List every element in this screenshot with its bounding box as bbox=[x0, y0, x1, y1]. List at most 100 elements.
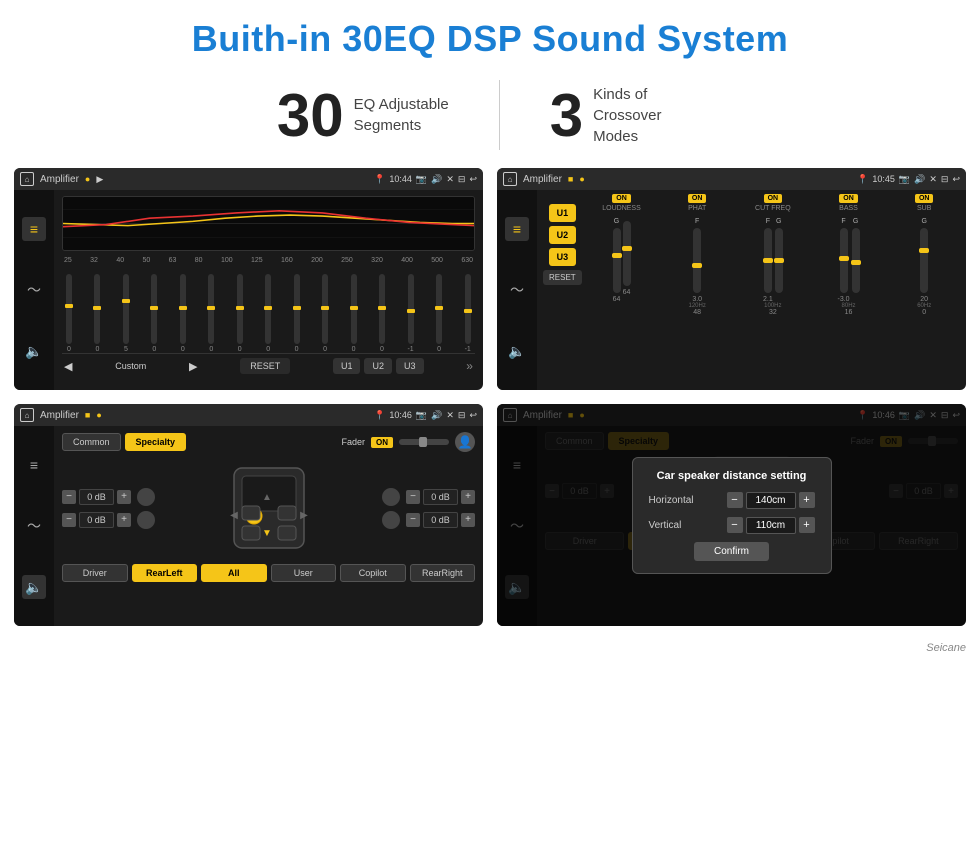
speaker-top-row: Common Specialty Fader ON 👤 bbox=[62, 432, 475, 452]
volume-icon-3: 🔊 bbox=[431, 410, 442, 421]
rearright-btn-3[interactable]: RearRight bbox=[410, 564, 476, 582]
eq-u2-btn[interactable]: U2 bbox=[364, 358, 392, 374]
back-icon-2: ↩ bbox=[952, 174, 960, 185]
cutfreq-on[interactable]: ON bbox=[764, 194, 783, 203]
home-icon-1[interactable]: ⌂ bbox=[20, 172, 34, 186]
rec-dot-1: ● bbox=[85, 174, 90, 184]
svg-text:▲: ▲ bbox=[262, 492, 272, 503]
all-btn-3[interactable]: All bbox=[201, 564, 267, 582]
rearleft-btn-3[interactable]: RearLeft bbox=[132, 564, 198, 582]
close-icon-1: ✕ bbox=[446, 174, 454, 185]
specialty-tab-3[interactable]: Specialty bbox=[125, 433, 187, 451]
minimize-icon-1: ⊟ bbox=[458, 174, 466, 185]
watermark: Seicane bbox=[0, 640, 980, 658]
sidebar-wave-icon[interactable]: 〜 bbox=[22, 278, 46, 302]
vertical-controls: − 110cm + bbox=[727, 517, 815, 534]
home-icon-2[interactable]: ⌂ bbox=[503, 172, 517, 186]
db-plus-fr[interactable]: + bbox=[461, 490, 475, 504]
screen-body-2: ≡ 〜 🔈 U1 U2 U3 RESET bbox=[497, 190, 966, 390]
left-sidebar-2: ≡ 〜 🔈 bbox=[497, 190, 537, 390]
app-title-2: Amplifier bbox=[523, 174, 562, 185]
eq-main-content: 25 32 40 50 63 80 100 125 160 200 250 32… bbox=[54, 190, 483, 390]
back-icon-1: ↩ bbox=[469, 174, 477, 185]
eq-slider-14: 0 bbox=[436, 274, 442, 353]
sidebar-speaker-icon[interactable]: 🔈 bbox=[22, 339, 46, 363]
speaker-main: Common Specialty Fader ON 👤 bbox=[54, 426, 483, 626]
screen-speaker: ⌂ Amplifier ■ ● 📍 10:46 📷 🔊 ✕ ⊟ ↩ ≡ 〜 🔈 bbox=[14, 404, 483, 626]
app-title-3: Amplifier bbox=[40, 410, 79, 421]
home-icon-3[interactable]: ⌂ bbox=[20, 408, 34, 422]
eq-slider-3: 5 bbox=[123, 274, 129, 353]
sidebar-speaker-icon-3[interactable]: 🔈 bbox=[22, 575, 46, 599]
copilot-btn-3[interactable]: Copilot bbox=[340, 564, 406, 582]
eq-label: EQ Adjustable Segments bbox=[354, 94, 449, 136]
loudness-on[interactable]: ON bbox=[612, 194, 631, 203]
db-plus-rr[interactable]: + bbox=[461, 513, 475, 527]
db-plus-fl[interactable]: + bbox=[117, 490, 131, 504]
eq-slider-12: 0 bbox=[379, 274, 385, 353]
fader-on-badge[interactable]: ON bbox=[371, 437, 393, 448]
db-plus-rl[interactable]: + bbox=[117, 513, 131, 527]
db-control-rr: − 0 dB + bbox=[382, 511, 475, 529]
crossover-number: 3 bbox=[550, 81, 583, 150]
u3-preset-btn[interactable]: U3 bbox=[549, 248, 577, 266]
eq-next-btn[interactable]: ▶ bbox=[189, 360, 197, 373]
camera-icon-1: 📷 bbox=[416, 174, 427, 185]
db-minus-fr[interactable]: − bbox=[406, 490, 420, 504]
horizontal-plus-btn[interactable]: + bbox=[799, 492, 815, 508]
sidebar-eq-icon[interactable]: ≡ bbox=[22, 217, 46, 241]
loudness-label: LOUDNESS bbox=[602, 205, 641, 212]
crossover-reset-btn[interactable]: RESET bbox=[543, 270, 582, 285]
sidebar-eq-icon-3[interactable]: ≡ bbox=[22, 453, 46, 477]
status-bar-2: ⌂ Amplifier ■ ● 📍 10:45 📷 🔊 ✕ ⊟ ↩ bbox=[497, 168, 966, 190]
sidebar-wave-icon-2[interactable]: 〜 bbox=[505, 278, 529, 302]
fader-row: Fader ON 👤 bbox=[341, 432, 475, 452]
left-sidebar-3: ≡ 〜 🔈 bbox=[14, 426, 54, 626]
db-value-rl: 0 dB bbox=[79, 512, 114, 528]
volume-icon-2: 🔊 bbox=[914, 174, 925, 185]
db-value-rr: 0 dB bbox=[423, 512, 458, 528]
speaker-layout: − 0 dB + − 0 dB + bbox=[62, 458, 475, 558]
sub-on[interactable]: ON bbox=[915, 194, 934, 203]
vertical-minus-btn[interactable]: − bbox=[727, 517, 743, 533]
eq-reset-btn[interactable]: RESET bbox=[240, 358, 290, 374]
vertical-row: Vertical − 110cm + bbox=[649, 517, 815, 534]
db-minus-fl[interactable]: − bbox=[62, 490, 76, 504]
ch-cutfreq: ON CUT FREQ F 2.1 G bbox=[737, 194, 809, 316]
db-minus-rl[interactable]: − bbox=[62, 513, 76, 527]
screen-body-4: ≡ 〜 🔈 Common Specialty Fader ON bbox=[497, 426, 966, 626]
horizontal-minus-btn[interactable]: − bbox=[727, 492, 743, 508]
crossover-stat: 3 Kinds of Crossover Modes bbox=[500, 81, 753, 150]
rec-dot-2: ■ bbox=[568, 174, 573, 184]
sidebar-eq-icon-2[interactable]: ≡ bbox=[505, 217, 529, 241]
screen-crossover: ⌂ Amplifier ■ ● 📍 10:45 📷 🔊 ✕ ⊟ ↩ ≡ 〜 🔈 bbox=[497, 168, 966, 390]
page-title: Buith-in 30EQ DSP Sound System bbox=[0, 0, 980, 70]
horizontal-row: Horizontal − 140cm + bbox=[649, 492, 815, 509]
eq-prev-btn[interactable]: ◀ bbox=[64, 360, 72, 373]
common-tab-3[interactable]: Common bbox=[62, 433, 121, 451]
eq-u1-btn[interactable]: U1 bbox=[333, 358, 361, 374]
minimize-icon-3: ⊟ bbox=[458, 410, 466, 421]
left-sidebar-1: ≡ 〜 🔈 bbox=[14, 190, 54, 390]
eq-number: 30 bbox=[277, 81, 344, 150]
sidebar-wave-icon-3[interactable]: 〜 bbox=[22, 514, 46, 538]
speaker-bottom-buttons: Driver RearLeft All User Copilot RearRig… bbox=[62, 564, 475, 582]
sidebar-speaker-icon-2[interactable]: 🔈 bbox=[505, 339, 529, 363]
bass-on[interactable]: ON bbox=[839, 194, 858, 203]
distance-modal: Car speaker distance setting Horizontal … bbox=[632, 457, 832, 574]
user-btn-3[interactable]: User bbox=[271, 564, 337, 582]
eq-slider-9: 0 bbox=[294, 274, 300, 353]
confirm-btn[interactable]: Confirm bbox=[694, 542, 769, 561]
fader-track[interactable] bbox=[399, 439, 449, 445]
db-control-rl: − 0 dB + bbox=[62, 511, 155, 529]
u2-preset-btn[interactable]: U2 bbox=[549, 226, 577, 244]
u1-preset-btn[interactable]: U1 bbox=[549, 204, 577, 222]
eq-mode-label: Custom bbox=[115, 361, 146, 371]
phat-on[interactable]: ON bbox=[688, 194, 707, 203]
db-minus-rr[interactable]: − bbox=[406, 513, 420, 527]
svg-text:▶: ▶ bbox=[300, 510, 308, 521]
driver-btn-3[interactable]: Driver bbox=[62, 564, 128, 582]
eq-u3-btn[interactable]: U3 bbox=[396, 358, 424, 374]
vertical-plus-btn[interactable]: + bbox=[799, 517, 815, 533]
fader-label: Fader bbox=[341, 437, 365, 447]
